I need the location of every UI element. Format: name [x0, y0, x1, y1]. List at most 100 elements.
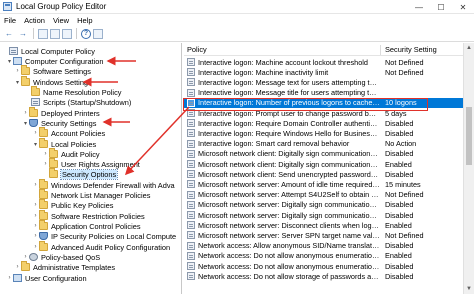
tree-item-local-computer-policy[interactable]: Local Computer Policy	[2, 46, 95, 56]
tree-pane[interactable]: Local Computer Policy ▾ Computer Configu…	[0, 43, 182, 294]
expand-arrow-icon[interactable]: ›	[32, 223, 39, 229]
expand-arrow-icon[interactable]: ›	[42, 161, 49, 167]
policy-row[interactable]: Microsoft network server: Digitally sign…	[184, 200, 463, 210]
tree-item-windows-settings[interactable]: ▾ Windows Settings	[14, 76, 92, 87]
policy-row[interactable]: Microsoft network server: Amount of idle…	[184, 179, 463, 189]
policy-row[interactable]: Interactive logon: Prompt user to change…	[184, 108, 463, 118]
policy-row[interactable]: Microsoft network server: Disconnect cli…	[184, 220, 463, 230]
tree-item-software-restriction-policies[interactable]: › Software Restriction Policies	[32, 210, 145, 221]
tree-item-security-options[interactable]: Security Options	[42, 168, 119, 180]
policy-row[interactable]: Microsoft network client: Send unencrypt…	[184, 169, 463, 179]
menu-view[interactable]: View	[49, 16, 73, 25]
policy-row[interactable]: Interactive logon: Smart card removal be…	[184, 139, 463, 149]
policy-row[interactable]: Network access: Allow anonymous SID/Name…	[184, 241, 463, 251]
expand-arrow-icon[interactable]: ›	[42, 151, 49, 157]
close-button[interactable]: ✕	[452, 0, 474, 14]
menu-help[interactable]: Help	[73, 16, 96, 25]
tree-item-deployed-printers[interactable]: › Deployed Printers	[22, 107, 100, 118]
tree-item-user-rights-assignment[interactable]: › User Rights Assignment	[42, 158, 140, 169]
tree-item-network-list-manager[interactable]: Network List Manager Policies	[32, 189, 150, 200]
policy-row[interactable]: Microsoft network server: Attempt S4U2Se…	[184, 190, 463, 200]
properties-icon[interactable]	[50, 28, 60, 39]
tree-item-account-policies[interactable]: › Account Policies	[32, 127, 105, 138]
tree-item-ip-security-policies[interactable]: › IP Security Policies on Local Compute	[32, 231, 177, 241]
folder-icon	[39, 127, 48, 137]
expand-arrow-icon[interactable]: ›	[22, 110, 29, 116]
policy-icon	[9, 47, 18, 55]
policy-list-pane[interactable]: Policy Security Setting Interactive logo…	[184, 43, 463, 294]
policy-row[interactable]: Interactive logon: Require Domain Contro…	[184, 118, 463, 128]
filter-icon[interactable]	[93, 28, 103, 39]
expand-arrow-icon[interactable]: ›	[32, 202, 39, 208]
policy-row[interactable]: Microsoft network client: Digitally sign…	[184, 159, 463, 169]
tree-item-administrative-templates[interactable]: › Administrative Templates	[14, 261, 115, 272]
tree-item-security-settings[interactable]: ▾ Security Settings	[22, 118, 96, 128]
policy-name: Network access: Do not allow anonymous e…	[198, 251, 380, 261]
policy-row[interactable]: Network access: Do not allow storage of …	[184, 271, 463, 281]
expand-arrow-icon[interactable]: ›	[32, 130, 39, 136]
expand-arrow-icon[interactable]: ›	[32, 233, 39, 239]
expand-arrow-icon[interactable]: ›	[22, 254, 29, 260]
scroll-up-icon[interactable]: ▲	[464, 43, 474, 53]
vertical-scrollbar[interactable]: ▲ ▼	[463, 43, 474, 294]
tree-item-advanced-audit-policy[interactable]: › Advanced Audit Policy Configuration	[32, 241, 171, 252]
expand-arrow-icon[interactable]: ›	[32, 213, 39, 219]
expand-arrow-icon[interactable]: ›	[32, 244, 39, 250]
policy-row[interactable]: Interactive logon: Message text for user…	[184, 77, 463, 87]
policy-row[interactable]: Interactive logon: Message title for use…	[184, 88, 463, 98]
window-title: Local Group Policy Editor	[16, 2, 107, 11]
tree-item-label: Advanced Audit Policy Configuration	[51, 242, 171, 252]
column-divider[interactable]	[380, 45, 381, 55]
security-setting-value: Enabled	[385, 159, 412, 169]
policy-row[interactable]: Microsoft network server: Server SPN tar…	[184, 230, 463, 240]
help-icon[interactable]: ?	[81, 28, 91, 39]
policy-row[interactable]: Interactive logon: Machine inactivity li…	[184, 67, 463, 77]
policy-setting-icon	[187, 211, 195, 219]
scrollbar-thumb[interactable]	[466, 107, 472, 165]
policy-row[interactable]: Interactive logon: Machine account locko…	[184, 57, 463, 67]
collapse-arrow-icon[interactable]: ▾	[32, 141, 39, 148]
policy-row[interactable]: Network access: Do not allow anonymous e…	[184, 251, 463, 261]
security-setting-value: Disabled	[385, 149, 414, 159]
expand-arrow-icon[interactable]: ›	[14, 68, 21, 74]
scroll-down-icon[interactable]: ▼	[464, 284, 474, 294]
expand-arrow-icon[interactable]: ›	[6, 275, 13, 281]
collapse-arrow-icon[interactable]: ▾	[6, 58, 13, 65]
column-header-policy[interactable]: Policy	[187, 45, 207, 54]
policy-row[interactable]: Microsoft network server: Digitally sign…	[184, 210, 463, 220]
policy-setting-icon	[187, 190, 195, 199]
policy-name: Interactive logon: Machine account locko…	[198, 57, 368, 67]
collapse-arrow-icon[interactable]: ▾	[14, 79, 21, 86]
security-setting-value: Disabled	[385, 169, 414, 179]
collapse-arrow-icon[interactable]: ▾	[22, 120, 29, 127]
forward-arrow-icon[interactable]: →	[17, 28, 29, 40]
tree-item-user-configuration[interactable]: › User Configuration	[6, 273, 87, 283]
minimize-button[interactable]: —	[408, 0, 430, 14]
policy-row[interactable]: Microsoft network client: Digitally sign…	[184, 149, 463, 159]
policy-setting-icon	[187, 160, 195, 168]
policy-row[interactable]: Network access: Do not allow anonymous e…	[184, 261, 463, 271]
policy-row[interactable]: Interactive logon: Number of previous lo…	[184, 97, 463, 108]
tree-item-application-control-policies[interactable]: › Application Control Policies	[32, 220, 141, 231]
export-list-icon[interactable]	[62, 28, 72, 39]
tree-item-name-resolution-policy[interactable]: Name Resolution Policy	[24, 86, 121, 97]
menu-file[interactable]: File	[0, 16, 20, 25]
tree-item-public-key-policies[interactable]: › Public Key Policies	[32, 199, 113, 210]
menu-action[interactable]: Action	[20, 16, 49, 25]
tree-item-scripts[interactable]: Scripts (Startup/Shutdown)	[24, 97, 131, 107]
security-setting-value: Not Defined	[385, 230, 424, 240]
show-hide-tree-icon[interactable]	[38, 28, 48, 39]
security-setting-value: Not Defined	[385, 190, 424, 200]
column-header-security-setting[interactable]: Security Setting	[385, 45, 437, 54]
security-setting-value: Not Defined	[385, 67, 424, 77]
maximize-button[interactable]: ☐	[430, 0, 452, 14]
policy-row[interactable]: Interactive logon: Require Windows Hello…	[184, 128, 463, 138]
tree-item-policy-based-qos[interactable]: › Policy-based QoS	[22, 252, 101, 262]
tree-item-local-policies[interactable]: ▾ Local Policies	[32, 138, 96, 149]
back-arrow-icon[interactable]: ←	[3, 28, 15, 40]
tree-item-software-settings[interactable]: › Software Settings	[14, 65, 91, 76]
tree-item-windows-defender-firewall[interactable]: › Windows Defender Firewall with Adva	[32, 179, 175, 190]
policy-name: Interactive logon: Require Windows Hello…	[198, 128, 380, 138]
expand-arrow-icon[interactable]: ›	[14, 264, 21, 270]
expand-arrow-icon[interactable]: ›	[32, 182, 39, 188]
